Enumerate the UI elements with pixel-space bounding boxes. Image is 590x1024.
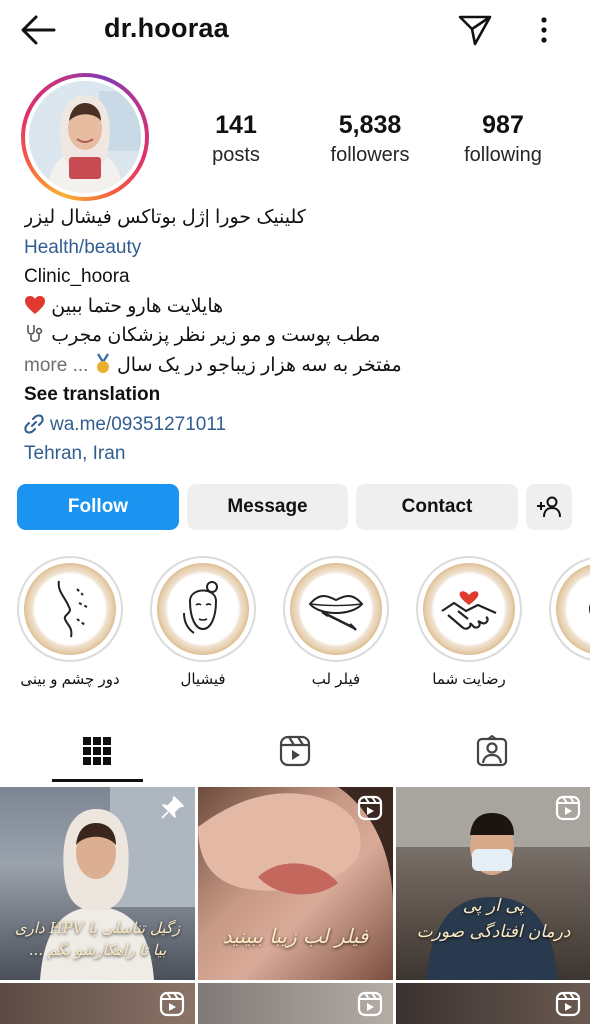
followers-number: 5,838	[338, 111, 402, 139]
post-caption-line: پی ار پی	[462, 896, 525, 916]
following-number: 987	[482, 111, 524, 139]
suggested-users-button[interactable]	[526, 484, 572, 530]
tagged-person-icon	[476, 735, 508, 767]
profile-bio: کلینیک حورا |ژل بوتاکس فیشال لیزر Health…	[24, 203, 584, 469]
reels-icon	[159, 991, 185, 1017]
add-user-icon	[537, 496, 561, 518]
tab-tagged[interactable]	[432, 720, 552, 782]
profile-display-name: کلینیک حورا |ژل بوتاکس فیشال لیزر	[24, 207, 306, 228]
tab-reels[interactable]	[235, 720, 355, 782]
grid-icon	[83, 737, 111, 765]
message-button[interactable]: Message	[187, 484, 348, 530]
following-count[interactable]: 987 following	[455, 110, 551, 170]
followers-count[interactable]: 5,838 followers	[318, 110, 422, 170]
post-thumbnail[interactable]	[198, 983, 393, 1024]
post-caption-line: زگیل تناسلی یا HPV داری	[14, 919, 181, 937]
highlight-label: س	[547, 670, 590, 688]
link-icon	[24, 414, 44, 434]
posts-number: 141	[215, 111, 257, 139]
send-message-icon[interactable]	[456, 11, 494, 49]
post-thumbnail[interactable]	[0, 983, 195, 1024]
pin-icon	[161, 796, 184, 819]
posts-label: posts	[212, 144, 260, 166]
highlight-item[interactable]: فیشیال	[148, 556, 258, 688]
highlight-label: دور چشم و بینی	[20, 671, 120, 688]
bio-line-3: مطب پوست و مو زیر نظر پزشکان مجرب	[51, 325, 381, 346]
nose-profile-icon	[57, 580, 88, 638]
post-caption-line: درمان افتادگی صورت	[416, 922, 571, 942]
top-bar: dr.hooraa	[0, 0, 590, 62]
highlight-label: فیشیال	[180, 671, 226, 688]
contact-button[interactable]: Contact	[356, 484, 518, 530]
profile-avatar-story-ring[interactable]	[21, 73, 149, 201]
partial-highlight-icon	[589, 604, 590, 614]
back-arrow-icon[interactable]	[18, 12, 58, 48]
bio-ellipsis: ...	[72, 354, 89, 376]
following-label: following	[464, 144, 542, 166]
location-link[interactable]: Tehran, Iran	[24, 439, 584, 469]
highlight-label: رضایت شما	[432, 671, 506, 688]
lips-syringe-icon	[308, 595, 364, 631]
bio-line-4: مفتخر به سه هزار زیباجو در یک سال	[116, 354, 402, 376]
more-options-icon[interactable]	[528, 12, 560, 48]
profile-category: Health/beauty	[24, 236, 142, 258]
post-thumbnail[interactable]: فیلر لب زیبا ببینید	[198, 787, 393, 980]
followers-label: followers	[330, 144, 410, 166]
highlight-label: فیلر لب	[311, 671, 361, 688]
post-thumbnail[interactable]	[396, 983, 590, 1024]
avatar	[29, 81, 141, 193]
reels-icon	[555, 795, 581, 821]
profile-username: dr.hooraa	[104, 13, 229, 43]
handshake-heart-icon	[441, 591, 497, 630]
face-icon	[183, 581, 218, 634]
tab-posts-grid[interactable]	[37, 720, 157, 782]
highlight-item[interactable]: س	[547, 556, 590, 688]
post-caption-line: بیا تا راهکارشو بگم ...	[28, 941, 167, 959]
website-link[interactable]: wa.me/09351271011	[50, 410, 226, 440]
heart-icon	[25, 295, 45, 314]
see-translation-link[interactable]: See translation	[24, 380, 584, 410]
reels-icon	[555, 991, 581, 1017]
follow-button[interactable]: Follow	[17, 484, 179, 530]
active-tab-indicator	[52, 779, 143, 782]
medal-icon	[96, 352, 109, 373]
reels-icon	[357, 795, 383, 821]
post-thumbnail[interactable]: زگیل تناسلی یا HPV داری بیا تا راهکارشو …	[0, 787, 195, 980]
post-thumbnail[interactable]: پی ار پی درمان افتادگی صورت	[396, 787, 590, 980]
stethoscope-icon	[27, 325, 43, 342]
reels-icon	[357, 991, 383, 1017]
bio-line-2: هایلایت هارو حتما ببین	[51, 295, 224, 317]
reels-icon	[279, 735, 311, 767]
more-link[interactable]: more	[24, 355, 67, 376]
posts-count: 141 posts	[196, 110, 276, 170]
highlight-item[interactable]: فیلر لب	[281, 556, 391, 688]
profile-tabs	[0, 720, 590, 784]
highlight-item[interactable]: دور چشم و بینی	[15, 556, 125, 688]
post-caption-line: فیلر لب زیبا ببینید	[222, 924, 369, 948]
highlight-item[interactable]: رضایت شما	[414, 556, 524, 688]
bio-line-1: Clinic_hoora	[24, 266, 130, 287]
